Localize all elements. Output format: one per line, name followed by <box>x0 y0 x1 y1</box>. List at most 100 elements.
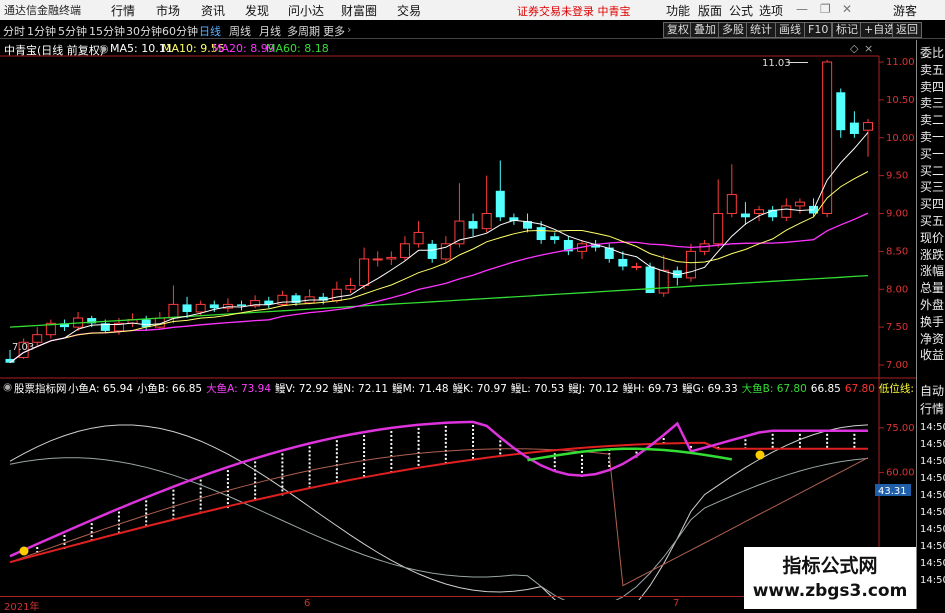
indicator-dot <box>853 441 856 444</box>
indicator-dot <box>90 535 93 538</box>
price-tick-label: 9.50 <box>886 171 908 182</box>
side-time: 14:50 <box>920 490 945 501</box>
side-item[interactable]: 委比 <box>920 46 944 60</box>
candle-body <box>495 190 505 218</box>
price-tick-label: 10.50 <box>886 95 915 106</box>
indicator-dot <box>363 463 366 466</box>
high-marker-line <box>788 62 808 63</box>
side-item[interactable]: 收益 <box>920 348 944 362</box>
indicator-dot <box>363 451 366 454</box>
side-item[interactable]: 买三 <box>920 180 944 194</box>
date-june: 6 <box>304 598 311 609</box>
indicator-dot <box>145 512 148 515</box>
indicator-dot <box>390 438 393 441</box>
side-item[interactable]: 涨跌 <box>920 248 944 262</box>
price-tick-label: 7.50 <box>886 322 908 333</box>
side-item[interactable]: 行情 <box>920 402 944 416</box>
indicator-dot <box>308 466 311 469</box>
candle-body <box>685 250 696 279</box>
side-item[interactable]: 买二 <box>920 164 944 178</box>
side-item[interactable]: 涨幅 <box>920 264 944 278</box>
side-item[interactable]: 卖四 <box>920 80 944 94</box>
side-item[interactable]: 卖二 <box>920 113 944 127</box>
indicator-dot <box>771 445 774 448</box>
indicator-dot <box>581 466 583 469</box>
indicator-dot <box>254 477 257 480</box>
indicator-value: 67.80 <box>844 383 875 395</box>
indicator-dot <box>226 470 229 473</box>
indicator-dot <box>444 429 447 432</box>
side-time: 14:50 <box>920 439 945 450</box>
indicator-dot <box>308 458 311 461</box>
indicator-dot <box>363 471 366 474</box>
indicator-line-c <box>9 448 869 587</box>
indicator-dot <box>308 450 311 453</box>
candle-body <box>536 227 546 241</box>
current-value: 43.31 <box>878 486 907 497</box>
side-item[interactable]: 买五 <box>920 214 944 228</box>
candle-body <box>822 61 833 214</box>
indicator-dot <box>744 443 747 446</box>
candle-body <box>726 194 737 214</box>
indicator-settings-icon[interactable]: ◉ <box>3 381 12 393</box>
indicator-dot <box>553 461 556 464</box>
candle-body <box>618 258 628 267</box>
indicator-dot <box>145 500 148 503</box>
indicator-dot <box>226 474 229 477</box>
side-item[interactable]: 现价 <box>920 231 944 245</box>
indicator-dot <box>254 493 257 496</box>
side-item[interactable]: 外盘 <box>920 298 944 312</box>
indicator-dot <box>417 431 420 434</box>
candle-body <box>631 266 642 269</box>
side-item[interactable]: 买四 <box>920 197 944 211</box>
indicator-dot <box>472 424 475 427</box>
side-item[interactable]: 换手 <box>920 315 944 329</box>
indicator-dot <box>581 470 583 473</box>
candle-body <box>237 304 247 306</box>
indicator-info-bar: ◉ 股票指标网 小鱼A: 65.94 小鱼B: 66.85 大鱼A: 73.94 鳗V… <box>0 380 945 395</box>
side-item[interactable]: 卖一 <box>920 130 944 144</box>
indicator-dot <box>199 495 202 498</box>
indicator-value: 大鱼A: 73.94 <box>206 383 272 395</box>
indicator-dot <box>363 439 366 442</box>
side-item[interactable]: 总量 <box>920 281 944 295</box>
indicator-dot <box>363 455 366 458</box>
side-item[interactable]: 卖三 <box>920 96 944 110</box>
indicator-dot <box>63 534 66 537</box>
buy-signal-dot <box>755 450 765 460</box>
indicator-dot <box>254 465 257 468</box>
indicator-dot <box>308 446 311 449</box>
candle-body <box>168 303 179 319</box>
watermark-line2: www.zbgs3.com <box>752 581 908 601</box>
indicator-dot <box>363 443 366 446</box>
candle-body <box>658 269 669 294</box>
indicator-dot <box>63 538 66 541</box>
candle-body <box>481 213 492 230</box>
candle-body <box>345 284 356 290</box>
indicator-dot <box>172 497 175 500</box>
watermark-line1: 指标公式网 <box>782 555 878 577</box>
indicator-dot <box>853 437 856 440</box>
candle-body <box>427 243 437 259</box>
indicator-magenta-line <box>9 420 868 558</box>
indicator-dot <box>390 442 393 445</box>
side-item[interactable]: 净资 <box>920 332 944 346</box>
indicator-dot <box>444 453 447 456</box>
candle-body <box>386 256 397 260</box>
side-item[interactable]: 买一 <box>920 147 944 161</box>
indicator-dot <box>308 454 311 457</box>
candle-body <box>740 213 750 218</box>
side-item[interactable]: 自动 <box>920 384 944 398</box>
candle-body <box>794 201 805 207</box>
side-item[interactable]: 卖五 <box>920 63 944 77</box>
indicator-dot <box>335 476 338 479</box>
candle-body <box>836 92 846 131</box>
indicator-dot <box>335 468 338 471</box>
indicator-dot <box>472 452 475 455</box>
price-tick-label: 9.00 <box>886 209 908 220</box>
indicator-dot <box>417 435 420 438</box>
candle-body <box>713 213 724 245</box>
kline-chart[interactable]: 11.0010.5010.009.509.008.508.007.507.00 … <box>0 0 916 600</box>
indicator-value: 鳗K: 70.97 <box>452 383 507 395</box>
indicator-dot <box>145 504 148 507</box>
